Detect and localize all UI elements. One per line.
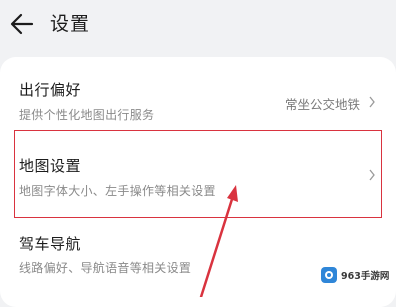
- site-logo-icon: [321, 267, 337, 283]
- chevron-right-icon: [369, 96, 375, 108]
- settings-item-travel-preference[interactable]: 出行偏好 提供个性化地图出行服务 常坐公交地铁: [0, 57, 396, 127]
- header-bar: 设置: [0, 0, 396, 50]
- item-title: 地图设置: [19, 157, 82, 175]
- item-value: 常坐公交地铁: [284, 97, 360, 112]
- item-subtitle: 提供个性化地图出行服务: [19, 108, 155, 122]
- chevron-right-icon: [369, 169, 375, 181]
- watermark-text: 963手游网: [341, 271, 390, 282]
- page-title: 设置: [50, 13, 91, 35]
- back-arrow-icon[interactable]: [8, 10, 36, 38]
- item-title: 驾车导航: [19, 235, 82, 253]
- item-subtitle: 线路偏好、导航语音等相关设置: [19, 261, 192, 275]
- settings-item-map-settings[interactable]: 地图设置 地图字体大小、左手操作等相关设置: [0, 137, 396, 217]
- item-subtitle: 地图字体大小、左手操作等相关设置: [19, 184, 216, 198]
- watermark: 963手游网: [320, 262, 392, 288]
- item-title: 出行偏好: [19, 81, 82, 99]
